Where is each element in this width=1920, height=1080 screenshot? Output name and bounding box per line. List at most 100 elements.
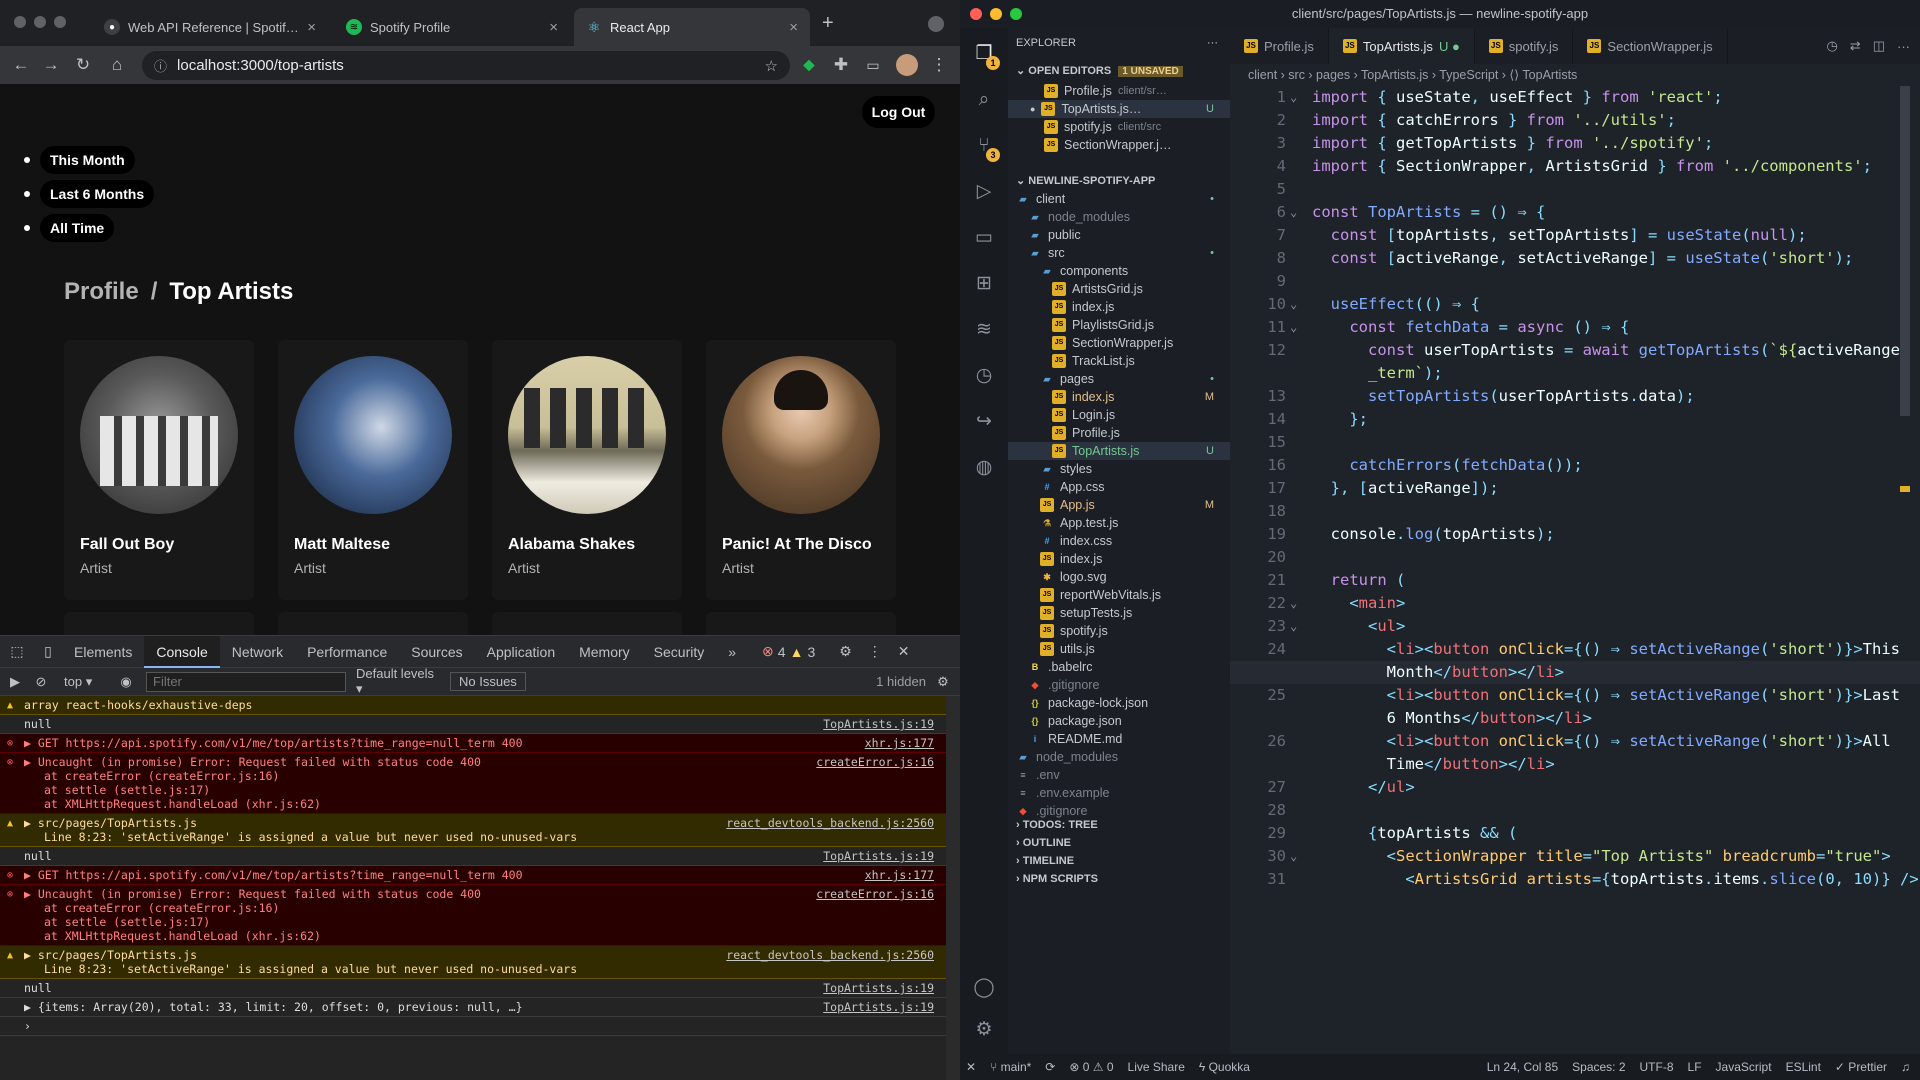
tree-file[interactable]: JS ArtistsGrid.js	[1008, 280, 1230, 298]
code-line[interactable]: 25 <li><button onClick={() ⇒ setActiveRa…	[1230, 684, 1920, 707]
code-line[interactable]: 9	[1230, 270, 1920, 293]
code-line[interactable]: 12 const userTopArtists = await getTopAr…	[1230, 339, 1920, 362]
code-line[interactable]: 3 import { getTopArtists } from '../spoti…	[1230, 132, 1920, 155]
editor-breadcrumb[interactable]: client › src › pages › TopArtists.js › T…	[1230, 64, 1920, 86]
code-line[interactable]: 6 ⌄ const TopArtists = () ⇒ {	[1230, 201, 1920, 224]
artist-card-next-row[interactable]	[64, 612, 254, 635]
open-editors-header[interactable]: ⌄ OPEN EDITORS 1 UNSAVED	[1008, 60, 1230, 82]
console-message[interactable]: ⊗ ▶ GET https://api.spotify.com/v1/me/top…	[0, 866, 946, 885]
fold-chevron-icon[interactable]: ⌄	[1290, 201, 1297, 224]
open-editor-item[interactable]: JS spotify.js client/src	[1008, 118, 1230, 136]
editor-tab[interactable]: JS spotify.js	[1475, 28, 1574, 64]
tree-file[interactable]: JS Profile.js	[1008, 424, 1230, 442]
code-line[interactable]: 23 ⌄ <ul>	[1230, 615, 1920, 638]
open-editor-item[interactable]: JS Profile.js client/sr…	[1008, 82, 1230, 100]
tree-file[interactable]: JS TrackList.js	[1008, 352, 1230, 370]
cursor-position[interactable]: Ln 24, Col 85	[1487, 1060, 1558, 1074]
tree-file[interactable]: JS index.js	[1008, 298, 1230, 316]
console-source-link[interactable]: createError.js:16	[816, 887, 934, 901]
explorer-icon[interactable]: ❐ 1	[972, 42, 1000, 70]
problems-indicator[interactable]: ⊗ 0 ⚠ 0	[1069, 1060, 1113, 1074]
manage-gear-icon[interactable]: ⚙	[972, 1018, 996, 1042]
home-icon[interactable]: ⌂	[106, 54, 128, 76]
console-stack-line[interactable]: at XMLHttpRequest.handleLoad (xhr.js:62)	[24, 929, 934, 943]
code-line[interactable]: 7 const [topArtists, setTopArtists] = us…	[1230, 224, 1920, 247]
tree-file[interactable]: # App.css	[1008, 478, 1230, 496]
fold-chevron-icon[interactable]: ⌄	[1290, 615, 1297, 638]
devtools-more-icon[interactable]: ⋮	[868, 643, 882, 660]
artist-card-next-row[interactable]	[706, 612, 896, 635]
last-6-months-button[interactable]: Last 6 Months	[40, 180, 155, 208]
tree-file[interactable]: JS SectionWrapper.js	[1008, 334, 1230, 352]
code-line[interactable]: 27 </ul>	[1230, 776, 1920, 799]
close-devtools-icon[interactable]: ✕	[898, 643, 910, 660]
console-message[interactable]: ▲ array react-hooks/exhaustive-deps	[0, 696, 946, 715]
console-source-link[interactable]: TopArtists.js:19	[823, 717, 934, 731]
split-editor-icon[interactable]: ◫	[1873, 38, 1885, 54]
code-line[interactable]: 11 ⌄ const fetchData = async () ⇒ {	[1230, 316, 1920, 339]
console-stack-line[interactable]: at createError (createError.js:16)	[24, 901, 934, 915]
tree-folder[interactable]: ▰ node_modules	[1008, 748, 1230, 766]
artist-card[interactable]: Matt Maltese Artist	[278, 340, 468, 600]
console-settings-icon[interactable]: ⚙	[926, 674, 960, 690]
tree-file[interactable]: B .babelrc	[1008, 658, 1230, 676]
logout-button[interactable]: Log Out	[862, 96, 935, 128]
device-toolbar-icon[interactable]: ▯	[34, 643, 62, 660]
sidebar-section-header[interactable]: › TIMELINE	[1008, 852, 1230, 870]
source-control-icon[interactable]: ⑂ 3	[972, 134, 1000, 162]
close-tab-icon[interactable]: ×	[307, 19, 316, 36]
console-source-link[interactable]: TopArtists.js:19	[823, 1000, 934, 1014]
code-line[interactable]: 2 import { catchErrors } from '../utils';	[1230, 109, 1920, 132]
console-message[interactable]: ⊗ ▶ Uncaught (in promise) Error: Request …	[0, 885, 946, 946]
tree-folder[interactable]: ▰ node_modules	[1008, 208, 1230, 226]
fold-chevron-icon[interactable]: ⌄	[1290, 316, 1297, 339]
console-message[interactable]: ⊗ ▶ GET https://api.spotify.com/v1/me/top…	[0, 734, 946, 753]
open-editor-item[interactable]: ● JS TopArtists.js… U	[1008, 100, 1230, 118]
console-stack-line[interactable]: at settle (settle.js:17)	[24, 915, 934, 929]
tab-search-icon[interactable]	[928, 16, 944, 32]
code-line[interactable]: 17 }, [activeRange]);	[1230, 477, 1920, 500]
artist-card[interactable]: Fall Out Boy Artist	[64, 340, 254, 600]
back-icon[interactable]: ←	[10, 54, 32, 76]
search-icon[interactable]: ⌕	[972, 88, 996, 112]
code-line[interactable]: 24 <li><button onClick={() ⇒ setActiveRa…	[1230, 638, 1920, 661]
tree-file[interactable]: JS setupTests.js	[1008, 604, 1230, 622]
console-message[interactable]: null TopArtists.js:19	[0, 847, 946, 866]
project-header[interactable]: ⌄ NEWLINE-SPOTIFY-APP	[1008, 170, 1230, 192]
window-close-button[interactable]	[970, 8, 982, 20]
tree-file[interactable]: ◆ .gitignore	[1008, 676, 1230, 694]
code-line[interactable]: 16 catchErrors(fetchData());	[1230, 454, 1920, 477]
eslint-status[interactable]: ESLint	[1786, 1060, 1821, 1074]
tree-file[interactable]: JS TopArtists.js U	[1008, 442, 1230, 460]
tree-file[interactable]: JS App.js M	[1008, 496, 1230, 514]
editor-tab[interactable]: JS TopArtists.js U ●	[1328, 28, 1475, 64]
branch-indicator[interactable]: ⑂ main*	[990, 1060, 1031, 1074]
code-line[interactable]: 4 import { SectionWrapper, ArtistsGrid } …	[1230, 155, 1920, 178]
console-source-link[interactable]: xhr.js:177	[865, 736, 934, 750]
fold-chevron-icon[interactable]: ⌄	[1290, 86, 1297, 109]
tree-file[interactable]: JS spotify.js	[1008, 622, 1230, 640]
code-editor[interactable]: 1 ⌄ import { useState, useEffect } from 'r…	[1230, 86, 1920, 1054]
compare-icon[interactable]: ⇄	[1850, 38, 1861, 54]
fold-chevron-icon[interactable]: ⌄	[1290, 592, 1297, 615]
tree-folder[interactable]: ▰ client •	[1008, 190, 1230, 208]
console-stack-line[interactable]: at createError (createError.js:16)	[24, 769, 934, 783]
console-source-link[interactable]: TopArtists.js:19	[823, 981, 934, 995]
issues-button[interactable]: No Issues	[450, 672, 526, 691]
code-line[interactable]: Time</button></li>	[1230, 753, 1920, 776]
fold-chevron-icon[interactable]: ⌄	[1290, 845, 1297, 868]
devtools-tab-application[interactable]: Application	[475, 636, 568, 668]
console-source-link[interactable]: xhr.js:177	[865, 868, 934, 882]
sidebar-section-header[interactable]: › OUTLINE	[1008, 834, 1230, 852]
console-message[interactable]: ▶ {items: Array(20), total: 33, limit: 2…	[0, 998, 946, 1017]
tree-file[interactable]: JS index.js	[1008, 550, 1230, 568]
tree-file[interactable]: JS PlaylistsGrid.js	[1008, 316, 1230, 334]
tree-folder[interactable]: ▰ public	[1008, 226, 1230, 244]
tree-file[interactable]: ≡ .env.example	[1008, 784, 1230, 802]
browser-tab-spotify-profile[interactable]: ≋ Spotify Profile ×	[334, 8, 570, 46]
sidebar-section-header[interactable]: › NPM SCRIPTS	[1008, 870, 1230, 888]
console-source-link[interactable]: TopArtists.js:19	[823, 849, 934, 863]
console-message[interactable]: ▲ ▶ src/pages/TopArtists.js Line 8:23: 'se…	[0, 814, 946, 847]
tree-folder[interactable]: ▰ src •	[1008, 244, 1230, 262]
clear-console-icon[interactable]: ⊘	[30, 674, 52, 690]
